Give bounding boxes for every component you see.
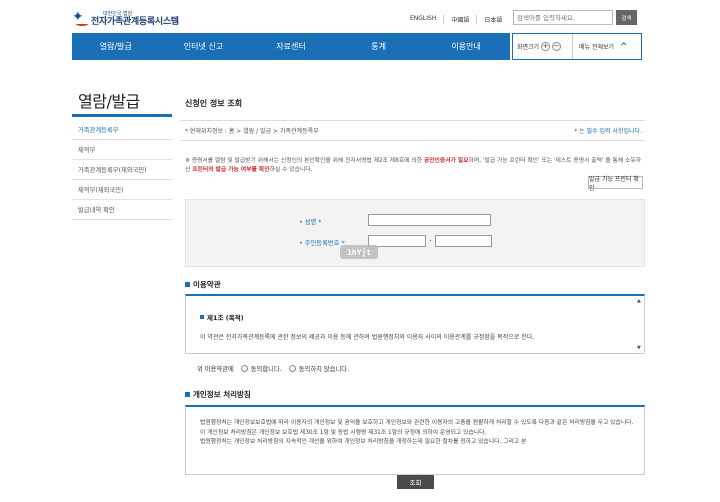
agree-yes-radio[interactable] [240,365,248,372]
nav-issue[interactable]: 열람/발급 [72,33,160,60]
search-button[interactable]: 검색 [616,10,637,25]
sidebar-item-family-register[interactable]: 가족관계등록부 [72,120,172,140]
certificate-notice: ※ 증명서를 열람 및 발급받기 위해서는 신청인의 본인확인을 위해 전자서명… [185,157,645,175]
printer-check-button[interactable]: 발급 가능 프린터 확인 [588,176,643,192]
header: ✦ 대한민국 법원 전자가족관계등록시스템 ENGLISH 中國語 日本語 검색 [0,0,720,33]
breadcrumb: * 현재위치정보 : 홈 > 열람 / 발급 > 가족관계등록부 [185,128,319,135]
menu-all-button[interactable]: 메뉴 전체보기 ^ [573,42,628,52]
nav-guide[interactable]: 이용안내 [422,33,510,60]
scroll-down-icon[interactable]: ▼ [637,345,641,351]
zoom-label: 화면크기 [517,44,540,51]
bullet-square-icon [200,315,204,319]
sidebar-item-removed-register[interactable]: 제적부 [72,140,172,160]
applicant-form [185,199,645,267]
divider [180,120,645,121]
privacy-line: 법원행정처는 개인정보 처리방침의 지속적인 개선을 위하여 개인정보 처리방침… [200,439,527,445]
article-title-text: 제1조 (목적) [207,314,244,322]
lang-chinese-link[interactable]: 中國語 [443,15,476,24]
main-nav: 열람/발급 인터넷 신고 자료센터 통계 이용안내 [72,33,510,60]
terms-agreement: 위 이용약관에 동의합니다. 동의하지 않습니다. [197,364,349,373]
required-note: * 는 필수 입력 사항입니다. [574,128,642,135]
notice-text: ※ 증명서를 열람 및 발급받기 위해서는 신청인의 본인확인을 위해 전자서명… [185,158,424,164]
notice-highlight: 프린터의 발급 가능 여부를 확인 [192,167,270,173]
sidebar-divider [72,114,172,117]
site-logo[interactable]: ✦ 대한민국 법원 전자가족관계등록시스템 [72,10,179,28]
sidebar-item-removed-register-overseas[interactable]: 제적부(재외국민) [72,180,172,200]
nav-data-center[interactable]: 자료센터 [247,33,335,60]
privacy-line: 이 개인정보 처리방침은 개인정보 보호법 제30조 1항 및 동법 시행령 제… [200,429,487,436]
nav-statistics[interactable]: 통계 [335,33,423,60]
page-title: 신청인 정보 조회 [185,99,243,108]
court-logo-icon: ✦ [72,10,88,28]
nav-internet-report[interactable]: 인터넷 신고 [160,33,248,60]
privacy-title: 개인정보 처리방침 [193,390,251,399]
privacy-box[interactable]: 법원행정처는 개인정보보호법에 따라 이용자의 개인정보 및 권익을 보호하고 … [185,405,645,475]
terms-scrollbar[interactable]: ▲ ▼ [637,298,643,351]
sidebar-item-family-register-overseas[interactable]: 가족관계등록부(재외국민) [72,160,172,180]
language-links: ENGLISH 中國語 日本語 [410,15,509,24]
article-title: 제1조 (목적) [200,312,244,322]
bullet-square-icon [185,392,190,397]
notice-highlight: 공인인증서가 필요 [423,158,469,164]
zoom-out-icon[interactable]: − [552,42,562,51]
privacy-text: 법원행정처는 개인정보보호법에 따라 이용자의 개인정보 및 권익을 보호하고 … [200,419,636,448]
bullet-square-icon [185,282,190,287]
terms-title: 이용약관 [193,280,221,289]
terms-box[interactable]: 제1조 (목적) 이 약관은 전자가족관계등록에 관한 정보의 제공과 이용 등… [185,294,645,354]
scroll-up-icon[interactable]: ▲ [637,298,641,304]
agree-no-radio[interactable] [288,365,296,372]
article-text: 이 약관은 전자가족관계등록에 관한 정보의 제공과 이용 등에 관하여 법원행… [200,334,535,341]
menu-all-label: 메뉴 전체보기 [579,44,615,51]
sidebar-menu: 가족관계등록부 제적부 가족관계등록부(재외국민) 제적부(재외국민) 발급내역… [72,120,172,220]
lang-japanese-link[interactable]: 日本語 [476,15,509,24]
sidebar-title: 열람/발급 [78,92,140,111]
zoom-control: 화면크기 + − [513,34,573,59]
agree-no-label[interactable]: 동의하지 않습니다. [299,364,349,373]
logo-title: 전자가족관계등록시스템 [91,16,179,27]
nav-tools: 화면크기 + − 메뉴 전체보기 ^ [512,33,642,60]
notice-text: 하실 수 있습니다. [269,167,313,173]
sidebar-item-issue-history[interactable]: 발급내역 확인 [72,200,172,220]
privacy-line: 법원행정처는 개인정보보호법에 따라 이용자의 개인정보 및 권익을 보호하고 … [200,420,634,426]
search-input[interactable] [513,10,613,25]
secure-input-badge: 1hYjt [340,245,378,259]
site-search: 검색 [513,10,637,25]
terms-section-title: 이용약관 [185,279,221,290]
zoom-in-icon[interactable]: + [541,42,551,51]
name-field[interactable] [368,214,491,226]
agree-yes-label[interactable]: 동의합니다. [251,364,282,373]
divider [180,140,645,141]
agree-prefix: 위 이용약관에 [197,366,234,373]
ssn-back-field[interactable] [435,235,492,247]
ssn-label: • 주민등록번호 * [299,240,345,247]
privacy-section-title: 개인정보 처리방침 [185,389,251,400]
submit-button[interactable]: 조회 [397,475,434,489]
ssn-dash: - [429,237,432,245]
chevron-up-icon: ^ [620,41,628,52]
lang-english-link[interactable]: ENGLISH [410,15,443,24]
name-label: • 성명 * [299,219,322,226]
